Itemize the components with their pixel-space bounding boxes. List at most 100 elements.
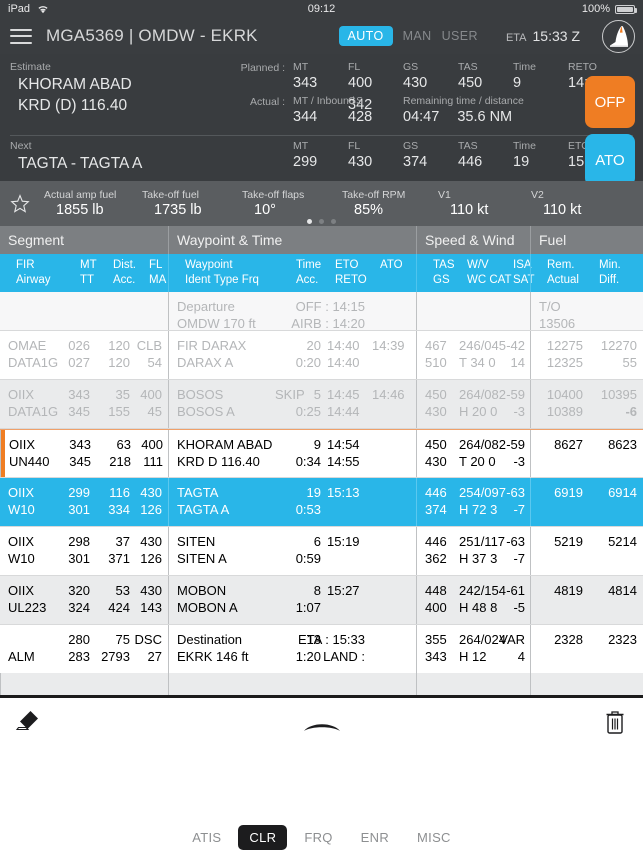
cell-airway: DATA1G [8,355,59,370]
next-spacer [225,140,293,141]
cell-ma: 126 [140,551,162,566]
cell-fl: DSC [134,632,162,647]
page-dot-2[interactable] [319,219,324,224]
estimate-next: Next TAGTA - TAGTA A MT 299 FL 430 GS 37… [0,136,643,181]
cell-fl: 430 [140,534,162,549]
page-dot-3[interactable] [331,219,336,224]
ofp-button[interactable]: OFP [585,76,635,128]
cell-waypoint-ident: DARAX A [177,355,234,370]
sub-airway: Airway [16,274,51,286]
stylus-pen-icon[interactable] [0,714,643,736]
bottom-tab-bar: ATIS CLR FRQ ENR MISC [0,817,643,857]
actual-gs-head: GS [348,95,364,107]
takeoff-item-4-value: 110 kt [450,202,489,218]
cell-tas: 467 [425,338,447,353]
sub-rem: Rem. [547,259,575,271]
estimate-current: Estimate KHORAM ABAD KRD (D) 116.40 Plan… [0,54,643,131]
takeoff-data-strip[interactable]: Actual amp fuel 1855 lb Take-off fuel 17… [0,181,643,226]
filler-speed [416,673,530,695]
table-row[interactable]: OIIX W10 299 301 116 334 430 126 TAGTA TAGTA A 19 0… [0,478,643,526]
tab-frq[interactable]: FRQ [293,825,343,850]
cell-waypoint-ident: TAGTA A [177,502,230,517]
planned-mt-value: 343 [293,75,318,91]
cell-waypoint-time: BOSOS BOSOS A SKIP 5 0:25 14:45 14:44 14:46 [168,380,416,428]
page-dot-1[interactable] [307,219,312,224]
sub-actual: Actual [547,274,579,286]
cell-waypoint-name: MOBON [177,583,227,598]
ios-status-bar: iPad 09:12 100% [0,0,643,18]
takeoff-item-2-head: Take-off flaps [242,189,305,201]
cell-wc-cat: H 12 [459,649,487,664]
cell-sat: 4 [517,649,525,664]
takeoff-item-takeoff-fuel: Take-off fuel 1735 lb [142,189,242,218]
takeoff-item-0-value: 1855 lb [56,202,104,218]
ato-button[interactable]: ATO [585,134,635,186]
next-fl: FL 430 [348,140,403,170]
tab-misc[interactable]: MISC [406,825,462,850]
mode-selector[interactable]: AUTO MAN USER ETA 15:33 Z [338,19,635,53]
cell-tt: 027 [68,355,90,370]
cell-waypoint-time: SITEN SITEN A 6 0:59 15:19 [168,527,416,575]
table-row[interactable]: OIIX DATA1G 343 345 35 155 400 45 BOSOS BOSOS A SK… [0,380,643,428]
cell-fir: OIIX [8,387,35,402]
cell-fuel-min: 10395 [600,387,637,402]
cell-ma: 45 [147,404,162,419]
cell-mt: 026 [68,338,90,353]
next-tas-value: 446 [458,154,483,170]
cell-time-acc: 0:20 [295,355,321,370]
tab-enr[interactable]: ENR [350,825,400,850]
cell-isa: VAR [499,632,525,647]
cell-fuel: 4819 4814 [530,576,643,624]
estimate-planned-row: Planned : MT 343 FL 400 GS 430 TAS 450 T… [225,61,633,91]
table-group-header: Segment Waypoint & Time Speed & Wind Fue… [0,226,643,254]
cell-mt: 299 [68,485,90,500]
subheader-segment: FIR Airway MT TT Dist. Acc. FL MA [0,254,168,292]
cell-waypoint-time: Departure OMDW 170 ft OFF : 14:15 AIRB : 14… [168,292,416,331]
cell-tas: 450 [425,387,447,402]
hamburger-menu-icon[interactable] [10,28,32,44]
takeoff-item-5-value: 110 kt [543,202,582,218]
battery-icon [615,4,637,14]
table-row[interactable]: OIIX UL223 320 324 53 424 430 143 MOBON MOBON A81… [0,576,643,624]
tab-clr[interactable]: CLR [238,824,288,850]
group-header-waypoint-time: Waypoint & Time [168,226,416,254]
takeoff-item-actual-amp-fuel: Actual amp fuel 1855 lb [44,189,142,218]
table-row[interactable]: OMAE DATA1G 026 027 120 120 CLB 54 FIR DARAX DARA… [0,331,643,379]
cell-waypoint-name: Destination [177,632,243,647]
cell-waypoint-time: TAGTA TAGTA A 19 0:53 15:13 [168,478,416,526]
cell-fuel-diff: -6 [625,404,637,419]
mode-user-button[interactable]: USER [442,29,478,43]
table-row[interactable]: OIIX W10 298 301 37 371 430 126 SITEN SITEN A 6 0:5… [0,527,643,575]
cell-tas: 448 [425,583,447,598]
takeoff-item-3-value: 85% [354,202,384,218]
star-outline-icon[interactable] [10,193,30,214]
next-tas-head: TAS [458,140,478,152]
actual-gs-value: 428 [348,109,373,125]
cell-airway: UN440 [9,454,50,469]
cell-fl: 400 [141,437,163,452]
cell-fl: 430 [140,583,162,598]
mode-auto-button[interactable]: AUTO [338,26,393,46]
trash-can-icon[interactable] [603,708,627,741]
subheader-waypoint-time: Waypoint Ident Type Frq Time Acc. ETO RE… [168,254,416,292]
table-row[interactable]: OIIX UN440 343 345 63 218 400 111 KHORAM ABAD KRD… [0,429,643,477]
actual-gs: GS 428 [348,95,403,125]
cell-ma: 126 [140,502,162,517]
mode-man-button[interactable]: MAN [403,29,432,43]
cell-fuel: 12275 12325 12270 55 [530,331,643,379]
next-tas: TAS 446 [458,140,513,170]
cell-isa: -42 [506,338,525,353]
cell-fuel-diff: 55 [622,355,637,370]
cell-fuel-rem: 8627 [554,437,583,452]
cell-waypoint-ident: EKRK 146 ft [177,649,249,664]
cell-speed-wind: 450 430 264/082 H 20 0 -59 -3 [416,380,530,428]
table-row[interactable]: ALM 280 283 75 2793 DSC 27 Destination EKRK 146 … [0,625,643,673]
table-row[interactable]: Departure OMDW 170 ft OFF : 14:15 AIRB : 14… [0,292,643,331]
cell-sat: -3 [513,404,525,419]
cell-ma: 27 [147,649,162,664]
cell-tt: 283 [68,649,90,664]
planned-time-head: Time [513,61,536,73]
page-indicator-dots[interactable] [0,219,643,224]
sub-mt: MT [80,259,97,271]
tab-atis[interactable]: ATIS [181,825,232,850]
